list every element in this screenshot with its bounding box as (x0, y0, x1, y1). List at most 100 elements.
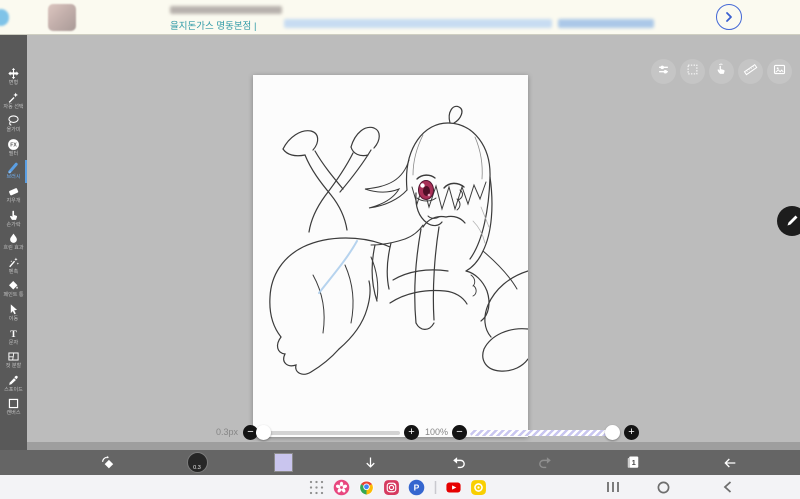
svg-text:FX: FX (10, 142, 17, 148)
chrome-icon (358, 479, 375, 496)
tool-lasso[interactable]: 올가미 (0, 114, 27, 136)
system-navbar: P (0, 475, 800, 499)
penup-icon: P (408, 479, 425, 496)
divider-icon (427, 479, 444, 496)
frame-divider-icon (0, 350, 27, 363)
material-image-icon (772, 62, 787, 82)
tool-blur[interactable]: 흐린 효과 (0, 232, 27, 254)
back-arrow-icon (722, 455, 738, 471)
tool-glitter-pen[interactable]: 펜촉 (0, 256, 27, 278)
material-image-button[interactable] (767, 59, 792, 84)
transform-tool-icon (99, 454, 116, 471)
svg-text:P: P (414, 482, 420, 492)
lasso-icon (0, 114, 27, 127)
app-grid-icon (308, 479, 325, 496)
kakao-icon (470, 479, 487, 496)
canvas-icon (0, 397, 27, 410)
status-blob (0, 9, 9, 26)
redo-button[interactable] (533, 450, 557, 475)
color-swatch (275, 454, 292, 471)
tool-sidebar: 변형자동 선택올가미FX필터브러시지우개손가락흐린 효과펜촉페인트 통이동T문자… (0, 35, 27, 475)
tool-auto-select[interactable]: 자동 선택 (0, 91, 27, 113)
bucket-icon (0, 279, 27, 292)
notification-thumbnail (48, 4, 76, 31)
ibispaint-window: 을지돈가스 명동본점 | 변형자동 선택올가미FX필터브러시지우개손가락흐린 효… (0, 0, 800, 499)
notification-body-redacted2 (558, 19, 654, 28)
settings-toggles-button[interactable] (651, 59, 676, 84)
notification-banner[interactable]: 을지돈가스 명동본점 | (0, 0, 800, 35)
brush-icon (0, 161, 27, 174)
tool-brush[interactable]: 브러시 (0, 161, 27, 183)
back-button[interactable] (718, 450, 742, 475)
layers-button[interactable]: 1 (621, 450, 645, 475)
layer-count: 1 (632, 458, 636, 467)
brush-size-knob[interactable] (256, 425, 271, 440)
tool-finger[interactable]: 손가락 (0, 209, 27, 231)
bottom-bar-divider (27, 442, 800, 450)
tool-canvas[interactable]: 캔버스 (0, 397, 27, 419)
text-icon: T (0, 327, 27, 340)
color-button[interactable] (271, 450, 295, 475)
bottom-toolbar: 0.3 1 (0, 450, 800, 475)
blur-icon (0, 232, 27, 245)
recents-button[interactable] (603, 478, 623, 496)
tool-eraser[interactable]: 지우개 (0, 185, 27, 207)
drawing-canvas[interactable] (253, 75, 528, 437)
brush-preview: 0.3 (187, 452, 208, 473)
opacity-minus-button[interactable]: − (452, 425, 467, 440)
opacity-slider[interactable] (470, 430, 618, 436)
brush-settings-button[interactable]: 0.3 (185, 450, 209, 475)
tool-filter[interactable]: FX필터 (0, 138, 27, 160)
app-flower-app[interactable] (333, 479, 350, 496)
opacity-plus-button[interactable]: + (624, 425, 639, 440)
app-instagram[interactable] (383, 479, 400, 496)
home-icon (657, 481, 670, 494)
back-nav-button[interactable] (718, 478, 738, 496)
move-icon (0, 67, 27, 80)
gesture-hand-button[interactable] (709, 59, 734, 84)
selection-grid-button[interactable] (680, 59, 705, 84)
chevron-right-icon (723, 11, 735, 23)
recents-icon (606, 481, 620, 493)
ruler-icon (743, 62, 758, 82)
auto-select-icon (0, 91, 27, 104)
gesture-hand-icon (714, 62, 729, 82)
cursor-icon (0, 303, 27, 316)
tool-move[interactable]: 변형 (0, 67, 27, 89)
notification-expand-button[interactable] (716, 4, 742, 30)
undo-button[interactable] (446, 450, 470, 475)
app-kakao[interactable] (470, 479, 487, 496)
opacity-knob[interactable] (605, 425, 620, 440)
app-penup[interactable]: P (408, 479, 425, 496)
redo-icon (537, 454, 554, 471)
app-app-grid[interactable] (308, 479, 325, 496)
notification-body-redacted (284, 19, 552, 28)
notification-store-text: 을지돈가스 명동본점 | (170, 18, 256, 32)
app-chrome[interactable] (358, 479, 375, 496)
down-arrow-icon (363, 455, 378, 470)
back-chevron-icon (723, 481, 733, 493)
undo-icon (450, 454, 467, 471)
brush-size-plus-button[interactable]: + (404, 425, 419, 440)
app-youtube[interactable] (445, 479, 462, 496)
finger-icon (0, 209, 27, 222)
tool-cursor[interactable]: 이동 (0, 303, 27, 325)
home-button[interactable] (653, 478, 673, 496)
hide-ui-button[interactable] (358, 450, 382, 475)
pencil-icon (784, 213, 800, 229)
tool-eyedropper[interactable]: 스포이드 (0, 374, 27, 396)
ruler-button[interactable] (738, 59, 763, 84)
tool-text[interactable]: T문자 (0, 327, 27, 349)
eyedropper-icon (0, 374, 27, 387)
settings-toggles-icon (656, 62, 671, 82)
tool-frame-divider[interactable]: 컷 분할 (0, 350, 27, 372)
canvas-artwork (253, 75, 528, 437)
brush-size-slider[interactable] (256, 431, 400, 435)
instagram-icon (383, 479, 400, 496)
pen-mode-button[interactable] (777, 206, 800, 236)
notification-title-redacted (170, 6, 282, 14)
brush-size-value: 0.3px (206, 427, 238, 437)
current-tool-button[interactable] (95, 450, 119, 475)
tool-bucket[interactable]: 페인트 통 (0, 279, 27, 301)
selection-grid-icon (685, 62, 700, 82)
